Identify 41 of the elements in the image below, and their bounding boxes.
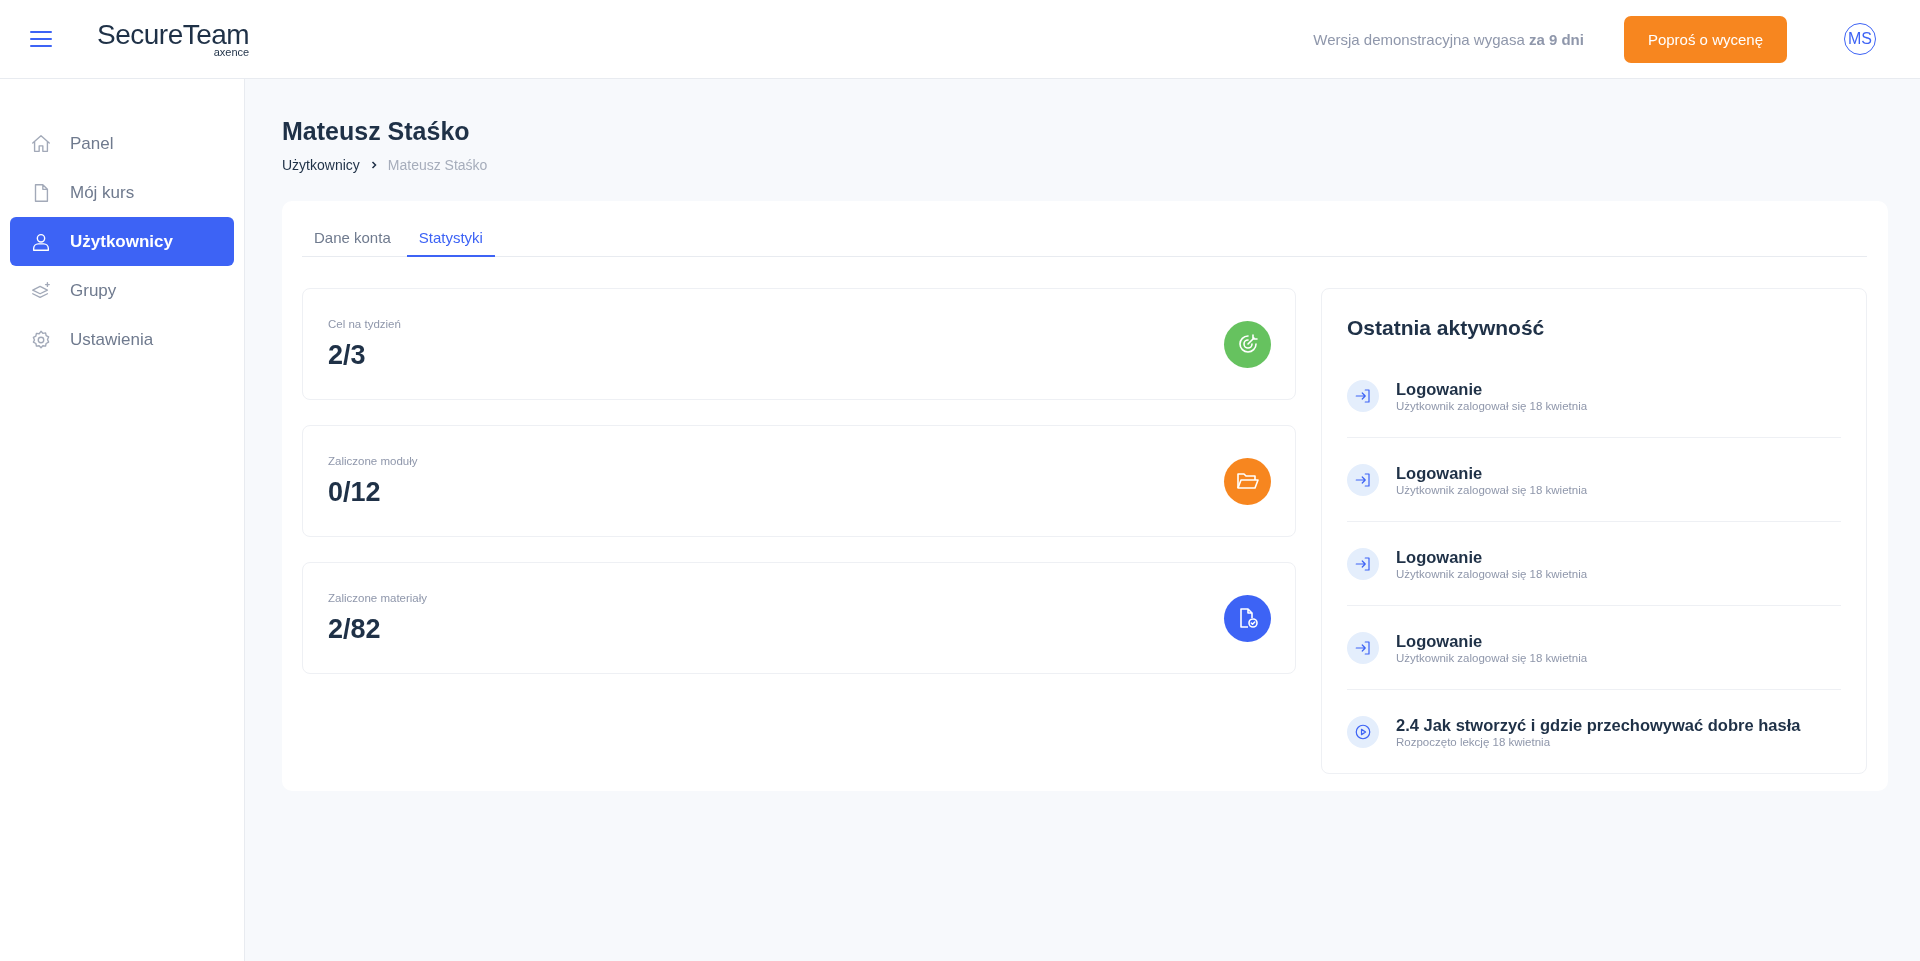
- activity-detail: Użytkownik zalogował się 18 kwietnia: [1396, 567, 1588, 580]
- stat-label: Zaliczone moduły: [328, 454, 419, 467]
- stat-value: 2/82: [328, 613, 382, 645]
- sidebar-item[interactable]: Panel: [10, 119, 234, 168]
- login-icon: [1354, 386, 1372, 405]
- tab[interactable]: Dane konta: [302, 221, 403, 257]
- logo-maker: axence: [213, 46, 250, 58]
- chevron-icon: [369, 161, 378, 169]
- activity-title-text: 2.4 Jak stworzyć i gdzie przechowywać dobre hasła: [1396, 715, 1801, 735]
- breadcrumb-item: Mateusz Staśko: [387, 157, 488, 173]
- activity-detail: Użytkownik zalogował się 18 kwietnia: [1396, 651, 1588, 664]
- activity-title-text: Logowanie: [1396, 463, 1484, 483]
- sidebar-item[interactable]: Mój kurs: [10, 168, 234, 217]
- home-icon: [30, 132, 52, 155]
- stat-value: 0/12: [328, 476, 382, 508]
- tab[interactable]: Statystyki: [406, 221, 495, 257]
- activity-title-text: Logowanie: [1396, 379, 1484, 399]
- activity-detail: Użytkownik zalogował się 18 kwietnia: [1396, 399, 1588, 412]
- stat-label: Cel na tydzień: [328, 317, 402, 330]
- logo[interactable]: SecureTeam axence: [97, 20, 250, 58]
- trial-notice: Wersja demonstracyjna wygasa za 9 dni: [1313, 30, 1584, 48]
- gear-icon: [30, 328, 52, 351]
- login-icon: [1354, 470, 1372, 489]
- breadcrumb-item[interactable]: Użytkownicy: [282, 157, 360, 173]
- activity-detail: Rozpoczęto lekcję 18 kwietnia: [1396, 735, 1552, 748]
- logo-name: SecureTeam: [97, 20, 250, 49]
- quote-button[interactable]: Poproś o wycenę: [1623, 15, 1787, 63]
- stat-label: Zaliczone materiały: [328, 591, 429, 604]
- login-icon: [1354, 554, 1372, 573]
- sidebar-item[interactable]: Użytkownicy: [10, 217, 234, 266]
- activity-title-text: Logowanie: [1396, 547, 1484, 567]
- sidebar-item[interactable]: Grupy: [10, 266, 234, 315]
- activity-title: Ostatnia aktywność: [1347, 316, 1546, 340]
- login-icon: [1354, 638, 1372, 657]
- sidebar-item[interactable]: Ustawienia: [10, 315, 234, 364]
- activity-title-text: Logowanie: [1396, 631, 1484, 651]
- page-title: Mateusz Staśko: [282, 117, 471, 146]
- activity-detail: Użytkownik zalogował się 18 kwietnia: [1396, 483, 1588, 496]
- stat-value: 2/3: [328, 339, 367, 371]
- menu-icon[interactable]: [30, 31, 52, 47]
- play-icon: [1354, 722, 1372, 741]
